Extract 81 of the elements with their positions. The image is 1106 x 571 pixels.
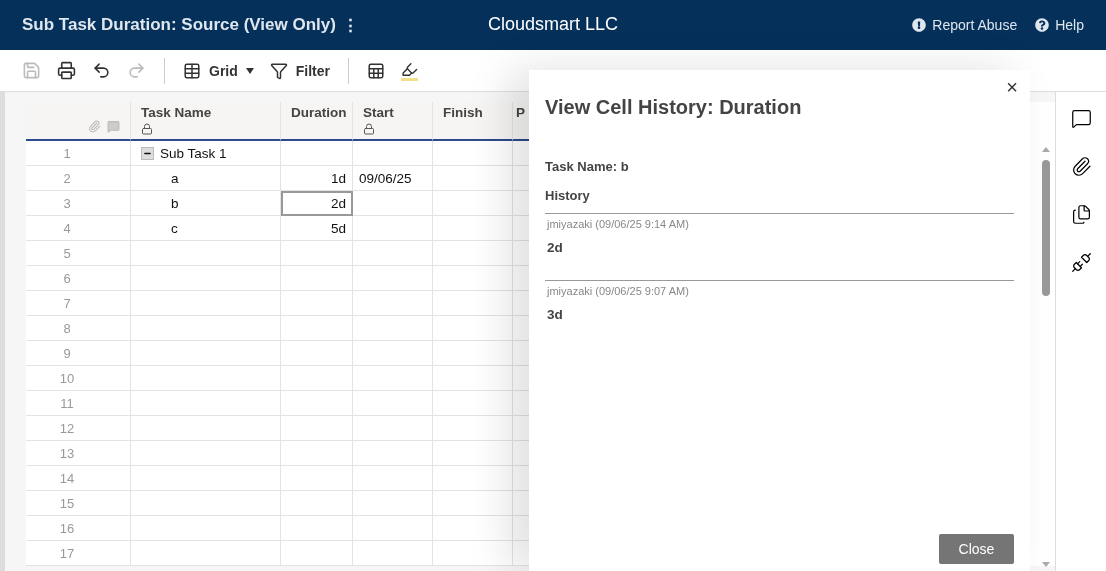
history-value: 2d [547,240,564,255]
table-cell: 2d [281,191,353,216]
sheet-title: Sub Task Duration: Source (View Only) [22,15,336,35]
table-cell [281,516,353,541]
grid-icon [183,61,201,80]
history-value: 3d [547,307,564,322]
table-cell [281,391,353,416]
view-dropdown[interactable]: Grid [177,55,260,86]
column-header[interactable]: Finish [433,102,513,141]
column-label: Start [363,105,395,120]
table-cell: 1d [281,166,353,191]
table-cell: 5d [281,216,353,241]
company-name: Cloudsmart LLC [488,14,619,35]
table-cell [281,341,353,366]
alert-icon [912,18,927,32]
row-number: 11 [26,391,131,416]
row-number: 9 [26,341,131,366]
column-header[interactable]: Task Name [131,102,281,141]
table-cell [281,466,353,491]
caret-icon [245,67,254,74]
table-cell: b [131,191,281,216]
filter-icon [269,61,288,80]
close-button[interactable]: Close [939,534,1014,564]
row-number: 17 [26,541,131,566]
row-number: 5 [26,241,131,266]
help-link[interactable]: Help [1035,17,1084,33]
row-number: 16 [26,516,131,541]
row-number: 2 [26,166,131,191]
row-number: 7 [26,291,131,316]
redo-icon [127,61,146,80]
row-number: 4 [26,216,131,241]
plug-icon[interactable] [1070,252,1092,273]
undo-icon [92,61,111,80]
table-cell [281,541,353,566]
row-number: 1 [26,141,131,166]
row-number: 13 [26,441,131,466]
report-link[interactable]: Report Abuse [912,17,1018,33]
attachment-icon[interactable] [1070,156,1092,177]
comment-icon [107,120,120,133]
view-label: Grid [209,62,238,79]
history-heading: History [545,188,591,203]
column-header[interactable]: Duration [281,102,353,141]
column-label: Finish [443,105,484,120]
row-number: 10 [26,366,131,391]
table-cell [281,441,353,466]
table-cell [281,366,353,391]
print-icon [57,61,76,80]
row-number: 8 [26,316,131,341]
column-header[interactable]: Start [353,102,433,141]
row-number: 14 [26,466,131,491]
collapse-icon[interactable] [141,146,154,160]
report-label: Report Abuse [932,17,1018,33]
table-cell: 09/06/25 [353,166,433,191]
table-cell [281,291,353,316]
table-cell [281,316,353,341]
table-cell: a [131,166,281,191]
table-cell [281,241,353,266]
save-icon [22,61,41,80]
attachment-icon [88,120,101,133]
table-cell: Sub Task 1 [131,141,281,166]
history-author: jmiyazaki (09/06/25 9:14 AM) [547,218,690,230]
help-label: Help [1055,17,1084,33]
row-number: 6 [26,266,131,291]
table-cell: c [131,216,281,241]
row-number: 12 [26,416,131,441]
row-number: 15 [26,491,131,516]
table-cell [281,266,353,291]
more-menu-icon[interactable]: ⋮ [341,14,359,36]
filter-button[interactable]: Filter [263,55,336,86]
close-button[interactable]: × [1002,74,1022,101]
document-icon[interactable] [1070,204,1092,225]
table-cell [281,416,353,441]
task-name-label: Task Name: b [545,159,630,174]
filter-label: Filter [295,62,330,79]
help-icon [1035,18,1050,32]
dialog-title: View Cell History: Duration [545,96,803,119]
comment-icon[interactable] [1070,108,1092,129]
column-label: Task Name [141,105,213,120]
history-author: jmiyazaki (09/06/25 9:07 AM) [547,285,690,297]
table-cell [281,491,353,516]
row-number: 3 [26,191,131,216]
